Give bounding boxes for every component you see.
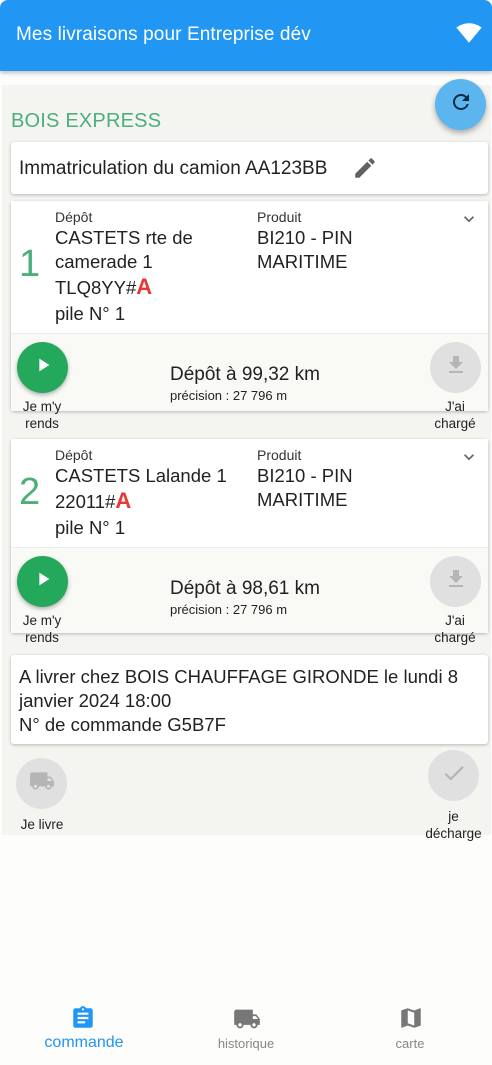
loaded-label: J'ai chargé — [434, 399, 476, 431]
loaded-button[interactable] — [430, 342, 481, 393]
depot-info: 2 Dépôt CASTETS Lalande 1 22011#A pile N… — [11, 439, 488, 547]
unload-label: je décharge — [425, 809, 482, 841]
depot-code-text: TLQ8YY# — [55, 277, 137, 298]
unload-button[interactable] — [428, 750, 479, 801]
depot-actions: Je m'y rends Dépôt à 99,32 km précision … — [11, 333, 488, 431]
depot-card: 2 Dépôt CASTETS Lalande 1 22011#A pile N… — [11, 439, 488, 645]
depot-code-text: 22011# — [55, 491, 116, 512]
product-name-line: BI210 - PIN — [257, 465, 353, 486]
download-icon — [444, 353, 468, 382]
depot-label: Dépôt — [55, 209, 93, 225]
depot-pile: pile N° 1 — [55, 303, 126, 324]
truck-icon — [233, 1005, 261, 1038]
delivery-info: A livrer chez BOIS CHAUFFAGE GIRONDE le … — [19, 665, 479, 737]
refresh-button[interactable] — [435, 79, 486, 130]
nav-item-commande[interactable]: commande — [0, 1001, 164, 1065]
depot-code-flag: A — [136, 274, 153, 299]
nav-label-historique: historique — [217, 1036, 275, 1051]
product-label: Produit — [257, 209, 302, 225]
nav-label-commande: commande — [44, 1034, 124, 1051]
go-to-depot-label: Je m'y rends — [22, 613, 62, 645]
main-content: BOIS EXPRESS Immatriculation du camion A… — [0, 71, 492, 1001]
download-icon — [444, 567, 468, 596]
depot-code: 22011#A — [55, 489, 131, 514]
go-to-depot-button[interactable] — [17, 556, 68, 607]
truck-plate-card: Immatriculation du camion AA123BB — [11, 142, 488, 194]
product-name-line: MARITIME — [257, 251, 348, 272]
depot-distance: Dépôt à 98,61 km — [170, 578, 320, 599]
deliver-label: Je livre — [20, 817, 64, 832]
loaded-button[interactable] — [430, 556, 481, 607]
loaded-label: J'ai chargé — [434, 613, 476, 645]
go-to-depot-label: Je m'y rends — [22, 399, 62, 431]
chevron-down-icon[interactable] — [459, 447, 479, 472]
depot-label: Dépôt — [55, 447, 93, 463]
depot-index: 2 — [19, 471, 41, 513]
product-name-line: BI210 - PIN — [257, 227, 353, 248]
depot-name-line: camerade 1 — [55, 251, 153, 272]
app-bar: Mes livraisons pour Entreprise dév — [0, 0, 492, 71]
bottom-nav: commande historique carte — [0, 1001, 492, 1065]
wifi-icon — [456, 20, 482, 51]
depot-card: 1 Dépôt CASTETS rte de camerade 1 TLQ8YY… — [11, 201, 488, 431]
map-icon — [398, 1005, 424, 1036]
deliver-button[interactable] — [16, 758, 67, 809]
product-label: Produit — [257, 447, 302, 463]
play-icon — [32, 568, 54, 595]
app-title: Mes livraisons pour Entreprise dév — [16, 24, 311, 45]
depot-distance: Dépôt à 99,32 km — [170, 364, 320, 385]
depot-code-flag: A — [115, 488, 132, 513]
delivery-destination: A livrer chez BOIS CHAUFFAGE GIRONDE le … — [19, 666, 458, 711]
play-icon — [32, 354, 54, 381]
delivery-card: A livrer chez BOIS CHAUFFAGE GIRONDE le … — [11, 655, 488, 744]
supplier-name: BOIS EXPRESS — [11, 110, 162, 132]
depot-pile: pile N° 1 — [55, 517, 126, 538]
go-to-depot-button[interactable] — [17, 342, 68, 393]
depot-actions: Je m'y rends Dépôt à 98,61 km précision … — [11, 547, 488, 645]
nav-item-historique[interactable]: historique — [164, 1001, 328, 1065]
depot-name-line: CASTETS Lalande 1 — [55, 465, 227, 486]
clipboard-icon — [70, 1005, 96, 1036]
order-section: BOIS EXPRESS Immatriculation du camion A… — [2, 85, 491, 841]
nav-label-carte: carte — [395, 1036, 425, 1051]
refresh-icon — [449, 90, 473, 119]
edit-icon[interactable] — [352, 155, 378, 186]
depot-precision: précision : 27 796 m — [170, 602, 288, 617]
product-name-line: MARITIME — [257, 489, 348, 510]
nav-item-carte[interactable]: carte — [328, 1001, 492, 1065]
depot-precision: précision : 27 796 m — [170, 388, 288, 403]
check-icon — [441, 760, 467, 791]
depot-index: 1 — [19, 243, 41, 285]
depot-code: TLQ8YY#A — [55, 275, 152, 300]
depot-name-line: CASTETS rte de — [55, 227, 193, 248]
truck-icon — [29, 768, 55, 799]
chevron-down-icon[interactable] — [459, 209, 479, 234]
depot-info: 1 Dépôt CASTETS rte de camerade 1 TLQ8YY… — [11, 201, 488, 333]
truck-plate-text: Immatriculation du camion AA123BB — [19, 158, 328, 179]
order-number: N° de commande G5B7F — [19, 714, 226, 735]
